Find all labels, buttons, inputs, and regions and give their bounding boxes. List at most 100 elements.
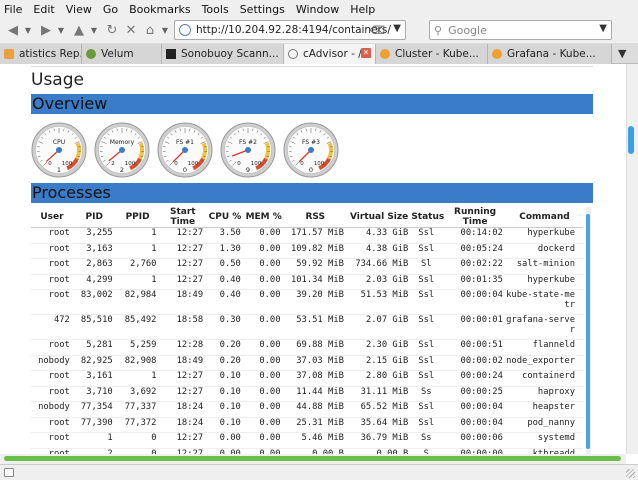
menu-go[interactable]: Go	[103, 3, 118, 16]
home-icon[interactable]: ⌂	[141, 22, 159, 40]
column-header[interactable]: PID	[72, 207, 116, 228]
gauge-1: Memory 2 100 2	[94, 122, 150, 178]
table-cell: 00:00:24	[444, 370, 506, 387]
table-cell: 37.08 MiB	[283, 370, 347, 387]
tab-cadvisor[interactable]: cAdvisor - / ✕	[284, 44, 376, 64]
table-cell: 1	[115, 227, 160, 244]
column-header[interactable]: RSS	[283, 207, 347, 228]
back-history-icon[interactable]: ▼	[23, 22, 33, 40]
table-cell: 11.44 MiB	[283, 386, 347, 402]
menu-bookmarks[interactable]: Bookmarks	[129, 3, 190, 16]
close-tab-icon[interactable]: ✕	[361, 48, 371, 58]
table-cell: 12:27	[159, 258, 207, 275]
table-cell: kube-state-metr	[505, 289, 583, 315]
column-header[interactable]: Command	[505, 207, 583, 228]
up-history-icon[interactable]: ▼	[89, 22, 99, 40]
gauge-value: 9	[246, 166, 250, 174]
table-cell: 0.10	[206, 386, 244, 402]
menu-window[interactable]: Window	[296, 3, 339, 16]
gauge-label: Memory	[110, 139, 135, 146]
table-cell: 77,372	[115, 417, 160, 433]
table-cell: 83,002	[72, 289, 116, 315]
table-cell: 00:00:06	[444, 432, 506, 449]
up-icon[interactable]: ▲	[70, 22, 88, 40]
navigation-toolbar: ◀ ▼ ▶ ▼ ▲ ▼ ↻ ✕ ⌂ ▼ http://10.204.92.28:…	[0, 18, 638, 43]
menu-edit[interactable]: Edit	[33, 3, 54, 16]
column-header[interactable]: PPID	[115, 207, 160, 228]
table-cell: 0.40	[206, 289, 244, 315]
gauge-label: CPU	[53, 139, 65, 146]
search-bar[interactable]: ⚲ Google ▼	[429, 20, 612, 40]
url-dropdown-icon[interactable]: ▼	[393, 23, 401, 34]
stop-icon[interactable]: ✕	[122, 22, 140, 40]
column-header[interactable]: CPU %	[206, 207, 244, 228]
url-text[interactable]: http://10.204.92.28:4194/containers/	[196, 24, 391, 36]
tab-velum[interactable]: Velum	[82, 44, 162, 64]
page-scrollbar-track[interactable]	[626, 64, 638, 454]
address-bar[interactable]: http://10.204.92.28:4194/containers/ ⌫ ▼	[174, 20, 406, 40]
table-cell: 25.31 MiB	[283, 417, 347, 433]
table-cell: 0.20	[206, 339, 244, 356]
table-cell: 4.38 GiB	[346, 243, 412, 259]
forward-icon[interactable]: ▶	[37, 22, 55, 40]
table-cell: root	[31, 289, 73, 315]
search-input[interactable]: Google	[448, 24, 487, 37]
resize-grip-icon[interactable]	[626, 469, 635, 478]
table-cell: Ssl	[411, 314, 445, 340]
tab-sonobuoy[interactable]: Sonobuoy Scann...	[162, 44, 284, 64]
search-engine-icon[interactable]: ⚲	[434, 24, 442, 37]
table-cell: 2.30 GiB	[346, 339, 412, 356]
back-icon[interactable]: ◀	[4, 22, 22, 40]
globe-icon	[179, 24, 191, 36]
column-header[interactable]: Status	[411, 207, 445, 228]
menu-tools[interactable]: Tools	[202, 3, 229, 16]
table-scrollbar-thumb[interactable]	[586, 214, 590, 449]
tab-list-icon[interactable]: ▼	[618, 47, 626, 60]
column-header[interactable]: Virtual Size	[346, 207, 412, 228]
menu-view[interactable]: View	[66, 3, 92, 16]
table-cell: 18:24	[159, 417, 207, 433]
table-cell: Ssl	[411, 370, 445, 387]
page-title: Usage	[31, 70, 84, 90]
column-header[interactable]: Start Time	[159, 207, 207, 228]
horizontal-scrollbar-thumb[interactable]	[4, 456, 621, 461]
home-menu-icon[interactable]: ▼	[160, 22, 170, 40]
clear-url-icon[interactable]: ⌫	[369, 24, 385, 37]
page-scrollbar-thumb[interactable]	[628, 126, 634, 154]
table-row: root 3,161 1 12:27 0.10 0.00 37.08 MiB 2.80 GiB…	[31, 370, 583, 387]
gauge-3: FS #2 0 100 9	[220, 122, 276, 178]
table-cell: root	[31, 227, 73, 244]
table-cell: root	[31, 432, 73, 449]
table-cell: 2.07 GiB	[346, 314, 412, 340]
menu-file[interactable]: File	[4, 3, 22, 16]
gauge-dial-icon: FS #30 1000	[283, 122, 339, 178]
table-cell: root	[31, 417, 73, 433]
menu-settings[interactable]: Settings	[240, 3, 285, 16]
gauge-min-label: 0	[300, 161, 304, 167]
gauge-max-label: 100	[125, 161, 136, 167]
column-header[interactable]: User	[31, 207, 73, 228]
forward-history-icon[interactable]: ▼	[56, 22, 66, 40]
table-cell: 12:27	[159, 370, 207, 387]
gauge-4: FS #3 0 100 0	[283, 122, 339, 178]
table-cell: 59.92 MiB	[283, 258, 347, 275]
table-cell: 4,299	[72, 274, 116, 290]
table-cell: hyperkube	[505, 227, 583, 244]
column-header[interactable]: MEM %	[243, 207, 284, 228]
table-cell: 0.00	[243, 258, 284, 275]
column-header[interactable]: Running Time	[444, 207, 506, 228]
tab-cluster-kube[interactable]: Cluster - Kube...	[376, 44, 488, 64]
table-cell: Ssl	[411, 274, 445, 290]
menu-help[interactable]: Help	[350, 3, 375, 16]
table-cell: 0.00	[243, 432, 284, 449]
table-cell: nobody	[31, 401, 73, 418]
search-dropdown-icon[interactable]: ▼	[599, 23, 607, 34]
table-cell: 734.66 MiB	[346, 258, 412, 275]
table-cell: 2,863	[72, 258, 116, 275]
tab-grafana-kube[interactable]: Grafana - Kube...	[488, 44, 612, 64]
table-cell: 5,259	[115, 339, 160, 356]
table-cell: 39.20 MiB	[283, 289, 347, 315]
reload-icon[interactable]: ↻	[103, 22, 121, 40]
tab-statistics[interactable]: atistics Rep...	[0, 44, 82, 64]
table-cell: 4.33 GiB	[346, 227, 412, 244]
